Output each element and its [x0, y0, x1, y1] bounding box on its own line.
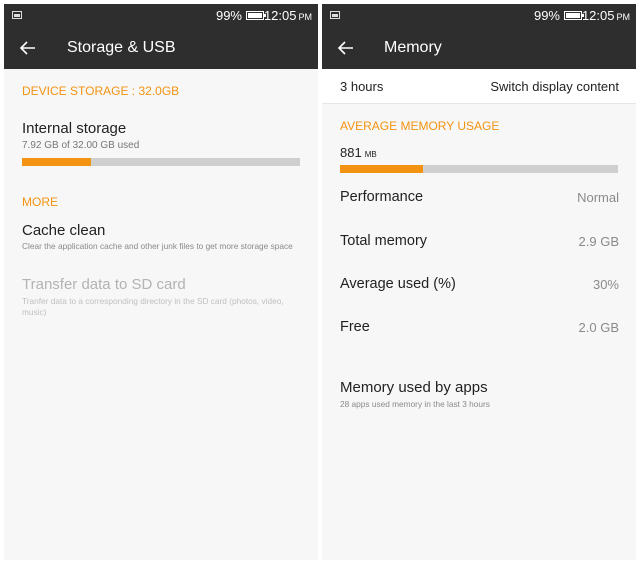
memory-progress-fill — [340, 165, 424, 173]
performance-label: Performance — [340, 189, 424, 205]
device-storage-header: DEVICE STORAGE : 32.0GB — [22, 84, 180, 98]
free-memory-value: 2.0 GB — [578, 320, 619, 335]
status-bar: 99% 12:05 PM — [322, 4, 636, 27]
duration-row: 3 hours Switch display content — [322, 69, 636, 104]
clock-time: 12:05 — [581, 8, 615, 23]
clock-ampm: PM — [298, 12, 313, 22]
cache-clean-title: Cache clean — [22, 222, 106, 239]
clock: 12:05 PM — [582, 8, 630, 23]
transfer-sd-summary: Tranfer data to a corresponding director… — [22, 296, 284, 317]
clock: 12:05 PM — [264, 8, 312, 23]
battery-icon — [246, 11, 266, 20]
image-icon — [12, 11, 22, 19]
storage-screen: 99% 12:05 PM Storage & USB DEVICE STORAGE… — [4, 4, 318, 560]
average-used-value: 30% — [592, 277, 619, 292]
total-memory-label: Total memory — [340, 233, 428, 249]
status-bar: 99% 12:05 PM — [4, 4, 318, 27]
battery-icon — [564, 11, 584, 20]
average-used-label: Average used (%) — [340, 276, 456, 292]
toolbar: Storage & USB — [4, 27, 318, 69]
memory-progress-bar — [340, 165, 618, 173]
battery-percent: 99% — [533, 8, 560, 23]
memory-used-by-apps-summary: 28 apps used memory in the last 3 hours — [340, 399, 490, 409]
toolbar: Memory — [322, 27, 636, 69]
free-memory-label: Free — [340, 319, 370, 335]
average-memory-number: 881 — [340, 145, 362, 160]
storage-progress-bar — [22, 158, 300, 166]
average-memory-header: AVERAGE MEMORY USAGE — [340, 119, 500, 133]
page-title: Storage & USB — [67, 39, 176, 56]
clock-time: 12:05 — [263, 8, 297, 23]
performance-value: Normal — [577, 190, 619, 205]
page-title: Memory — [384, 39, 442, 56]
duration-selector[interactable]: 3 hours — [340, 79, 383, 94]
transfer-sd-title: Transfer data to SD card — [22, 276, 186, 293]
total-memory-value: 2.9 GB — [578, 234, 619, 249]
clock-ampm: PM — [616, 12, 631, 22]
back-arrow-icon[interactable] — [336, 38, 356, 58]
switch-display-content-button[interactable]: Switch display content — [490, 79, 619, 94]
average-memory-value: 881 MB — [340, 145, 377, 160]
cache-clean-summary: Clear the application cache and other ju… — [22, 241, 293, 251]
memory-used-by-apps-title: Memory used by apps — [340, 379, 488, 396]
average-memory-unit: MB — [364, 150, 377, 159]
image-icon — [330, 11, 340, 19]
internal-storage-usage: 7.92 GB of 32.00 GB used — [22, 140, 140, 151]
storage-progress-fill — [22, 158, 91, 166]
memory-screen: 99% 12:05 PM Memory 3 hours Switch displa… — [322, 4, 636, 560]
back-arrow-icon[interactable] — [18, 38, 38, 58]
battery-percent: 99% — [215, 8, 242, 23]
more-header: MORE — [22, 195, 58, 209]
internal-storage-label: Internal storage — [22, 120, 127, 137]
